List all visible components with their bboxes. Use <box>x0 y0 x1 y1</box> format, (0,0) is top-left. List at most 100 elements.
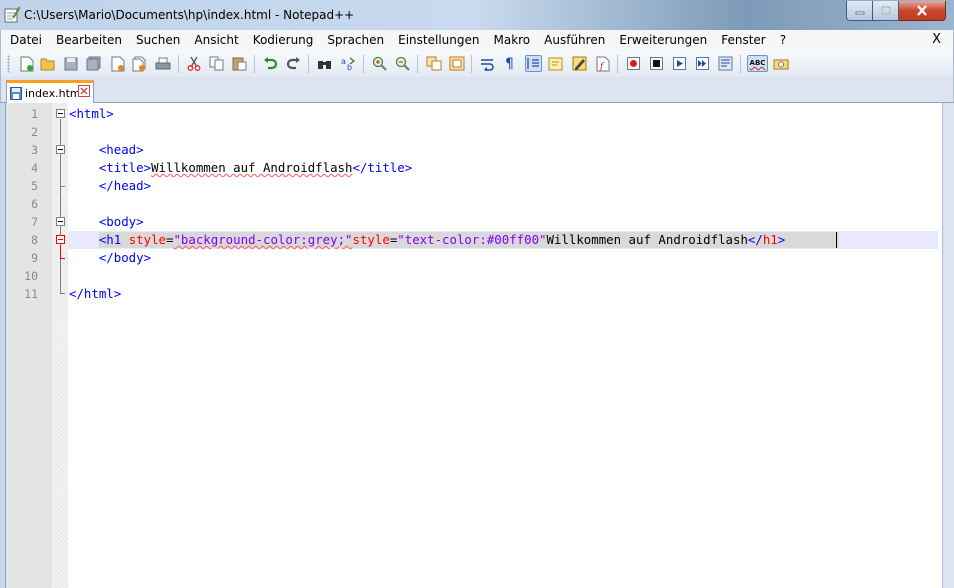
menu-suchen[interactable]: Suchen <box>129 30 187 51</box>
document-map-icon[interactable] <box>571 55 588 72</box>
function-list-icon[interactable]: f <box>594 55 611 72</box>
toolbar-separator <box>471 55 472 73</box>
minimize-icon <box>855 11 864 14</box>
open-file-icon[interactable] <box>39 55 56 72</box>
save-icon[interactable] <box>62 55 79 72</box>
toolbar-separator <box>308 55 309 73</box>
sync-horizontal-scroll-icon[interactable] <box>448 55 465 72</box>
code-token: "text-color:#00ff00" <box>397 232 547 247</box>
code-token: > <box>777 232 786 247</box>
paste-icon[interactable] <box>231 55 248 72</box>
code-token: </title> <box>352 160 413 175</box>
close-button[interactable] <box>899 1 946 21</box>
print-icon[interactable] <box>154 55 171 72</box>
fold-end <box>60 186 65 187</box>
code-text: <html> <box>69 106 114 121</box>
toolbar-grip[interactable] <box>7 55 10 73</box>
copy-icon[interactable] <box>208 55 225 72</box>
code-token: Willkommen auf Androidflash <box>546 232 748 247</box>
save-all-icon[interactable] <box>85 55 102 72</box>
code-token: style <box>352 232 390 247</box>
menu-makro[interactable]: Makro <box>486 30 537 51</box>
replace-icon[interactable]: ab <box>340 55 357 72</box>
menu-kodierung[interactable]: Kodierung <box>246 30 321 51</box>
line-number: 4 <box>31 161 38 175</box>
zoom-out-icon[interactable] <box>394 55 411 72</box>
zoom-in-icon[interactable] <box>371 55 388 72</box>
code-token: style <box>128 232 166 247</box>
title-bar: C:\Users\Mario\Documents\hp\index.html -… <box>0 0 954 30</box>
save-macro-icon[interactable] <box>717 55 734 72</box>
menu-einstellungen[interactable]: Einstellungen <box>391 30 486 51</box>
minimize-button[interactable] <box>846 1 873 21</box>
code-token: </ <box>747 232 763 247</box>
record-macro-icon[interactable] <box>625 55 642 72</box>
indent-guide-icon[interactable] <box>525 55 542 72</box>
fold-toggle-html[interactable] <box>56 109 65 118</box>
show-all-characters-icon[interactable]: ¶ <box>501 55 518 72</box>
sync-vertical-scroll-icon[interactable] <box>425 55 442 72</box>
code-line[interactable]: <head> <box>69 141 942 159</box>
code-line[interactable] <box>69 267 942 285</box>
close-document-button[interactable]: X <box>932 32 941 47</box>
notepad-plus-plus-icon <box>4 6 20 23</box>
tab-label: index.html <box>25 86 84 100</box>
code-line[interactable]: </head> <box>69 177 942 195</box>
fold-toggle-h1[interactable] <box>56 235 65 244</box>
line-number: 7 <box>31 215 38 229</box>
line-number: 1 <box>31 107 38 121</box>
close-file-icon[interactable] <box>109 55 126 72</box>
code-line[interactable]: <title>Willkommen auf Androidflash</titl… <box>69 159 942 177</box>
code-line[interactable]: </html> <box>69 285 942 303</box>
code-line[interactable] <box>69 195 942 213</box>
user-defined-language-icon[interactable] <box>547 55 564 72</box>
menu-fenster[interactable]: Fenster <box>714 30 773 51</box>
code-token: h1 <box>762 232 778 247</box>
code-line[interactable]: <html> <box>69 105 942 123</box>
menu-sprachen[interactable]: Sprachen <box>320 30 391 51</box>
toolbar-separator <box>617 55 618 73</box>
menu-bearbeiten[interactable]: Bearbeiten <box>49 30 129 51</box>
line-number: 9 <box>31 251 38 265</box>
tab-index-html[interactable]: index.html <box>6 80 94 103</box>
maximize-icon <box>880 5 891 15</box>
line-number: 3 <box>31 143 38 157</box>
cut-icon[interactable] <box>185 55 202 72</box>
close-all-icon[interactable] <box>131 55 148 72</box>
tab-close-icon[interactable] <box>78 85 90 97</box>
play-macro-icon[interactable] <box>671 55 688 72</box>
run-macro-multiple-icon[interactable] <box>694 55 711 72</box>
code-text: </body> <box>69 250 152 265</box>
saved-file-icon <box>10 86 22 100</box>
menu-ausfuehren[interactable]: Ausführen <box>537 30 612 51</box>
new-file-icon[interactable] <box>18 55 35 72</box>
code-token: Willkommen auf Androidflash <box>151 160 353 175</box>
word-wrap-icon[interactable] <box>479 55 496 72</box>
code-line-current[interactable]: <h1 style="background-color:grey;"style=… <box>69 231 942 249</box>
maximize-button[interactable] <box>873 1 899 21</box>
spell-check-options-icon[interactable] <box>772 55 789 72</box>
code-line[interactable]: </body> <box>69 249 942 267</box>
svg-text:b: b <box>347 63 352 71</box>
line-number: 10 <box>24 269 38 283</box>
stop-recording-icon[interactable] <box>648 55 665 72</box>
fold-end <box>60 293 65 294</box>
editor-area[interactable]: 1 2 3 4 5 6 7 8 9 10 11 <html> <head> <t… <box>5 103 942 588</box>
menu-erweiterungen[interactable]: Erweiterungen <box>612 30 714 51</box>
window-controls <box>846 1 946 21</box>
spell-check-icon[interactable]: ABC <box>747 55 768 72</box>
fold-toggle-head[interactable] <box>56 145 65 154</box>
undo-icon[interactable] <box>262 55 279 72</box>
code-line[interactable] <box>69 123 942 141</box>
line-number: 8 <box>31 233 38 247</box>
find-icon[interactable] <box>316 55 333 72</box>
menu-ansicht[interactable]: Ansicht <box>187 30 245 51</box>
menu-datei[interactable]: Datei <box>1 30 49 51</box>
fold-toggle-body[interactable] <box>56 217 65 226</box>
code-line[interactable]: <body> <box>69 213 942 231</box>
svg-text:a: a <box>341 57 346 66</box>
code-token: "background-color:grey;" <box>173 232 353 247</box>
menu-help[interactable]: ? <box>773 30 793 51</box>
redo-icon[interactable] <box>285 55 302 72</box>
tab-bar: index.html <box>0 77 954 103</box>
